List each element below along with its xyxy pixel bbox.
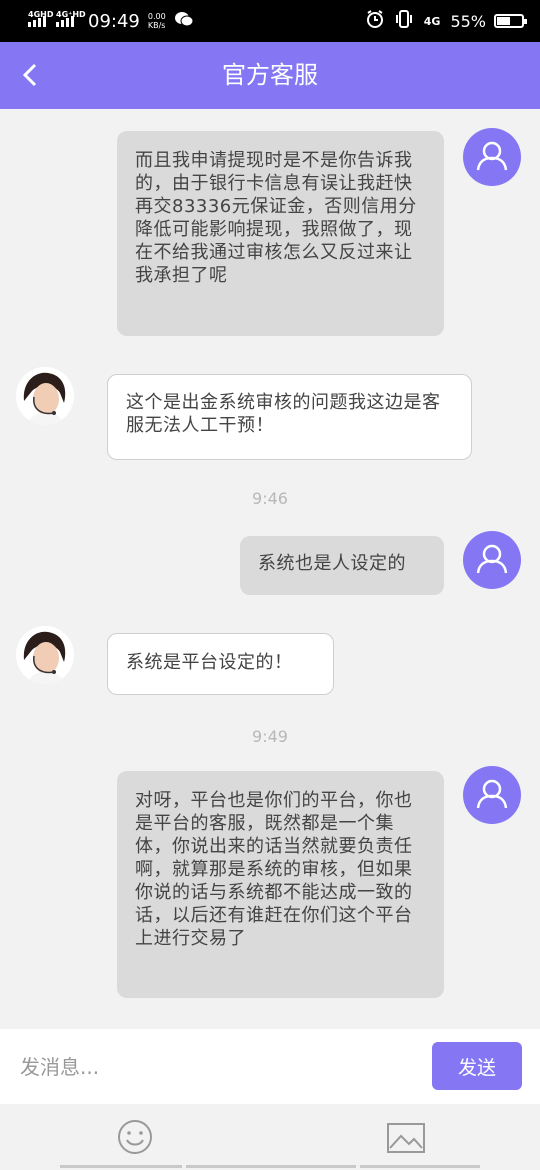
chat-history[interactable]: 而且我申请提现时是不是你告诉我的，由于银行卡信息有误让我赶快再交83336元保证…: [0, 109, 540, 1029]
sim2-label: 4G⁺HD: [56, 9, 86, 19]
avatar: [463, 766, 521, 824]
clock: 09:49: [88, 10, 140, 32]
divider: [60, 1165, 182, 1168]
message-timestamp: 9:49: [252, 727, 288, 746]
app-header: 官方客服: [0, 42, 540, 109]
divider: [360, 1165, 480, 1168]
outgoing-message: 系统也是人设定的: [240, 536, 444, 595]
smiley-icon: [118, 1120, 152, 1154]
page-title: 官方客服: [222, 61, 318, 89]
battery-percent: 55%: [450, 11, 486, 31]
user-icon: [476, 544, 508, 574]
divider: [186, 1165, 356, 1168]
signal-icon: 4G⁺HD: [56, 10, 86, 27]
network-speed: 0.00 KB/s: [148, 12, 166, 30]
wechat-icon: [174, 11, 194, 31]
avatar: [463, 531, 521, 589]
speed-unit: KB/s: [147, 21, 166, 30]
battery-icon: [494, 14, 527, 28]
agent-avatar-icon: [16, 626, 74, 684]
agent-avatar: [16, 367, 74, 425]
send-button[interactable]: 发送: [432, 1042, 522, 1090]
message-composer: 发送: [0, 1029, 540, 1104]
message-input[interactable]: [18, 1043, 422, 1091]
outgoing-message: 对呀，平台也是你们的平台，你也是平台的客服，既然都是一个集体，你说出来的话当然就…: [117, 771, 444, 998]
agent-avatar-icon: [16, 367, 74, 425]
vibrate-icon: [394, 10, 414, 32]
user-icon: [476, 141, 508, 171]
attachment-toolbar: [0, 1104, 540, 1170]
status-bar: 4GHD 4G⁺HD 09:49 0.00 KB/s 4G 55%: [0, 0, 540, 42]
incoming-message: 这个是出金系统审核的问题我这边是客服无法人工干预！: [107, 374, 472, 460]
image-button[interactable]: [386, 1122, 426, 1154]
image-icon: [387, 1123, 425, 1153]
signal-icon: 4GHD: [28, 10, 53, 27]
speed-value: 0.00: [147, 12, 166, 21]
outgoing-message: 而且我申请提现时是不是你告诉我的，由于银行卡信息有误让我赶快再交83336元保证…: [117, 131, 444, 336]
avatar: [463, 128, 521, 186]
incoming-message: 系统是平台设定的！: [107, 633, 334, 695]
emoji-button[interactable]: [116, 1118, 154, 1156]
alarm-icon: [366, 10, 384, 32]
message-timestamp: 9:46: [252, 489, 288, 508]
sim1-label: 4GHD: [28, 9, 54, 19]
agent-avatar: [16, 626, 74, 684]
network-type: 4G: [423, 14, 441, 28]
user-icon: [476, 779, 508, 809]
